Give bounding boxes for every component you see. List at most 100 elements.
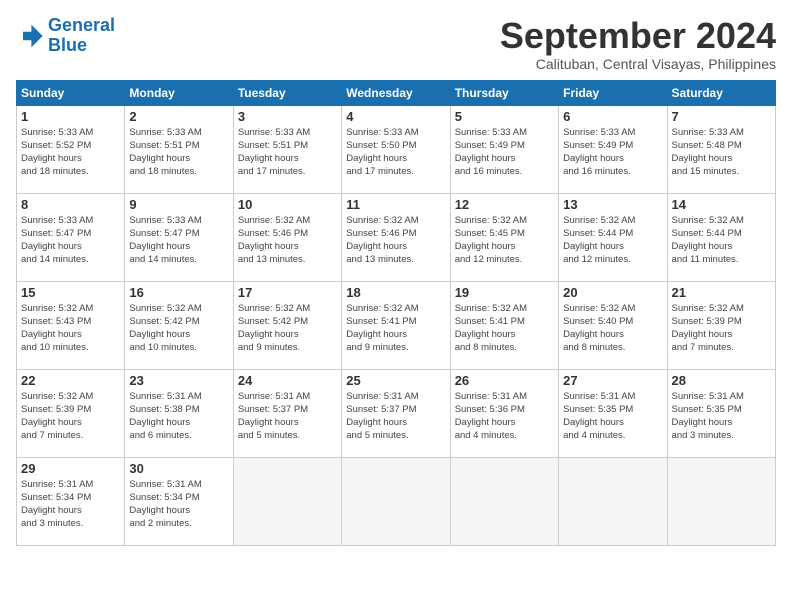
day-info: Sunrise: 5:32 AM Sunset: 5:40 PM Dayligh… — [563, 302, 662, 355]
calendar-cell: 16 Sunrise: 5:32 AM Sunset: 5:42 PM Dayl… — [125, 281, 233, 369]
weekday-header: Saturday — [667, 80, 775, 105]
calendar-cell — [342, 457, 450, 545]
day-number: 24 — [238, 373, 337, 388]
calendar-week-row: 8 Sunrise: 5:33 AM Sunset: 5:47 PM Dayli… — [17, 193, 776, 281]
day-number: 10 — [238, 197, 337, 212]
day-info: Sunrise: 5:32 AM Sunset: 5:41 PM Dayligh… — [346, 302, 445, 355]
day-info: Sunrise: 5:33 AM Sunset: 5:47 PM Dayligh… — [21, 214, 120, 267]
calendar-cell: 2 Sunrise: 5:33 AM Sunset: 5:51 PM Dayli… — [125, 105, 233, 193]
calendar-cell: 30 Sunrise: 5:31 AM Sunset: 5:34 PM Dayl… — [125, 457, 233, 545]
day-number: 25 — [346, 373, 445, 388]
calendar-cell: 17 Sunrise: 5:32 AM Sunset: 5:42 PM Dayl… — [233, 281, 341, 369]
calendar-cell: 29 Sunrise: 5:31 AM Sunset: 5:34 PM Dayl… — [17, 457, 125, 545]
location-subtitle: Calituban, Central Visayas, Philippines — [500, 56, 776, 72]
calendar-cell: 5 Sunrise: 5:33 AM Sunset: 5:49 PM Dayli… — [450, 105, 558, 193]
calendar-week-row: 1 Sunrise: 5:33 AM Sunset: 5:52 PM Dayli… — [17, 105, 776, 193]
calendar-cell: 9 Sunrise: 5:33 AM Sunset: 5:47 PM Dayli… — [125, 193, 233, 281]
calendar-header-row: SundayMondayTuesdayWednesdayThursdayFrid… — [17, 80, 776, 105]
day-info: Sunrise: 5:32 AM Sunset: 5:39 PM Dayligh… — [21, 390, 120, 443]
weekday-header: Wednesday — [342, 80, 450, 105]
calendar-cell: 15 Sunrise: 5:32 AM Sunset: 5:43 PM Dayl… — [17, 281, 125, 369]
day-info: Sunrise: 5:32 AM Sunset: 5:44 PM Dayligh… — [672, 214, 771, 267]
day-info: Sunrise: 5:33 AM Sunset: 5:47 PM Dayligh… — [129, 214, 228, 267]
weekday-header: Friday — [559, 80, 667, 105]
calendar-cell: 13 Sunrise: 5:32 AM Sunset: 5:44 PM Dayl… — [559, 193, 667, 281]
day-number: 13 — [563, 197, 662, 212]
calendar-cell: 24 Sunrise: 5:31 AM Sunset: 5:37 PM Dayl… — [233, 369, 341, 457]
calendar-cell: 18 Sunrise: 5:32 AM Sunset: 5:41 PM Dayl… — [342, 281, 450, 369]
calendar-cell: 23 Sunrise: 5:31 AM Sunset: 5:38 PM Dayl… — [125, 369, 233, 457]
calendar-cell: 26 Sunrise: 5:31 AM Sunset: 5:36 PM Dayl… — [450, 369, 558, 457]
day-info: Sunrise: 5:31 AM Sunset: 5:37 PM Dayligh… — [346, 390, 445, 443]
calendar-cell: 3 Sunrise: 5:33 AM Sunset: 5:51 PM Dayli… — [233, 105, 341, 193]
calendar-cell: 14 Sunrise: 5:32 AM Sunset: 5:44 PM Dayl… — [667, 193, 775, 281]
day-number: 23 — [129, 373, 228, 388]
calendar-cell — [667, 457, 775, 545]
calendar-cell — [559, 457, 667, 545]
day-number: 6 — [563, 109, 662, 124]
title-block: September 2024 Calituban, Central Visaya… — [500, 16, 776, 72]
day-info: Sunrise: 5:31 AM Sunset: 5:35 PM Dayligh… — [672, 390, 771, 443]
month-title: September 2024 — [500, 16, 776, 56]
day-number: 28 — [672, 373, 771, 388]
calendar-table: SundayMondayTuesdayWednesdayThursdayFrid… — [16, 80, 776, 546]
day-info: Sunrise: 5:32 AM Sunset: 5:43 PM Dayligh… — [21, 302, 120, 355]
calendar-cell: 25 Sunrise: 5:31 AM Sunset: 5:37 PM Dayl… — [342, 369, 450, 457]
day-number: 9 — [129, 197, 228, 212]
header: General Blue September 2024 Calituban, C… — [16, 16, 776, 72]
calendar-cell: 12 Sunrise: 5:32 AM Sunset: 5:45 PM Dayl… — [450, 193, 558, 281]
day-number: 14 — [672, 197, 771, 212]
calendar-cell: 28 Sunrise: 5:31 AM Sunset: 5:35 PM Dayl… — [667, 369, 775, 457]
day-info: Sunrise: 5:32 AM Sunset: 5:39 PM Dayligh… — [672, 302, 771, 355]
day-number: 11 — [346, 197, 445, 212]
calendar-cell: 4 Sunrise: 5:33 AM Sunset: 5:50 PM Dayli… — [342, 105, 450, 193]
day-info: Sunrise: 5:31 AM Sunset: 5:36 PM Dayligh… — [455, 390, 554, 443]
day-info: Sunrise: 5:32 AM Sunset: 5:46 PM Dayligh… — [238, 214, 337, 267]
day-info: Sunrise: 5:33 AM Sunset: 5:49 PM Dayligh… — [455, 126, 554, 179]
day-info: Sunrise: 5:33 AM Sunset: 5:50 PM Dayligh… — [346, 126, 445, 179]
day-number: 2 — [129, 109, 228, 124]
calendar-cell: 8 Sunrise: 5:33 AM Sunset: 5:47 PM Dayli… — [17, 193, 125, 281]
day-info: Sunrise: 5:33 AM Sunset: 5:49 PM Dayligh… — [563, 126, 662, 179]
day-number: 19 — [455, 285, 554, 300]
day-number: 12 — [455, 197, 554, 212]
day-number: 18 — [346, 285, 445, 300]
calendar-week-row: 15 Sunrise: 5:32 AM Sunset: 5:43 PM Dayl… — [17, 281, 776, 369]
day-number: 17 — [238, 285, 337, 300]
calendar-week-row: 29 Sunrise: 5:31 AM Sunset: 5:34 PM Dayl… — [17, 457, 776, 545]
day-info: Sunrise: 5:33 AM Sunset: 5:51 PM Dayligh… — [129, 126, 228, 179]
calendar-cell — [233, 457, 341, 545]
calendar-body: 1 Sunrise: 5:33 AM Sunset: 5:52 PM Dayli… — [17, 105, 776, 545]
weekday-header: Tuesday — [233, 80, 341, 105]
calendar-cell: 20 Sunrise: 5:32 AM Sunset: 5:40 PM Dayl… — [559, 281, 667, 369]
day-number: 20 — [563, 285, 662, 300]
day-info: Sunrise: 5:32 AM Sunset: 5:41 PM Dayligh… — [455, 302, 554, 355]
calendar-week-row: 22 Sunrise: 5:32 AM Sunset: 5:39 PM Dayl… — [17, 369, 776, 457]
day-number: 26 — [455, 373, 554, 388]
day-number: 7 — [672, 109, 771, 124]
calendar-cell: 1 Sunrise: 5:33 AM Sunset: 5:52 PM Dayli… — [17, 105, 125, 193]
day-number: 4 — [346, 109, 445, 124]
day-info: Sunrise: 5:31 AM Sunset: 5:34 PM Dayligh… — [21, 478, 120, 531]
day-number: 8 — [21, 197, 120, 212]
day-info: Sunrise: 5:32 AM Sunset: 5:42 PM Dayligh… — [238, 302, 337, 355]
day-info: Sunrise: 5:32 AM Sunset: 5:45 PM Dayligh… — [455, 214, 554, 267]
logo: General Blue — [16, 16, 115, 56]
calendar-cell: 21 Sunrise: 5:32 AM Sunset: 5:39 PM Dayl… — [667, 281, 775, 369]
day-number: 15 — [21, 285, 120, 300]
calendar-cell: 22 Sunrise: 5:32 AM Sunset: 5:39 PM Dayl… — [17, 369, 125, 457]
calendar-cell: 6 Sunrise: 5:33 AM Sunset: 5:49 PM Dayli… — [559, 105, 667, 193]
day-info: Sunrise: 5:33 AM Sunset: 5:48 PM Dayligh… — [672, 126, 771, 179]
day-info: Sunrise: 5:31 AM Sunset: 5:35 PM Dayligh… — [563, 390, 662, 443]
calendar-cell — [450, 457, 558, 545]
calendar-cell: 11 Sunrise: 5:32 AM Sunset: 5:46 PM Dayl… — [342, 193, 450, 281]
weekday-header: Thursday — [450, 80, 558, 105]
day-number: 27 — [563, 373, 662, 388]
day-info: Sunrise: 5:32 AM Sunset: 5:42 PM Dayligh… — [129, 302, 228, 355]
day-info: Sunrise: 5:32 AM Sunset: 5:44 PM Dayligh… — [563, 214, 662, 267]
day-info: Sunrise: 5:31 AM Sunset: 5:34 PM Dayligh… — [129, 478, 228, 531]
day-info: Sunrise: 5:33 AM Sunset: 5:51 PM Dayligh… — [238, 126, 337, 179]
day-number: 1 — [21, 109, 120, 124]
day-number: 16 — [129, 285, 228, 300]
day-number: 30 — [129, 461, 228, 476]
